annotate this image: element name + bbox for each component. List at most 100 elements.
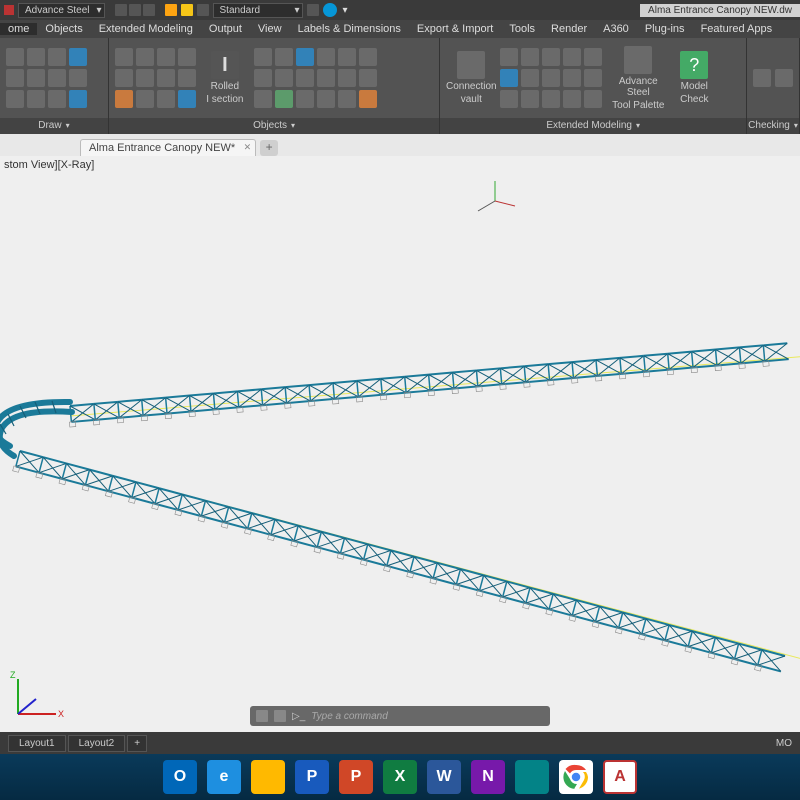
obj-tool[interactable] bbox=[115, 69, 133, 87]
tab-home[interactable]: ome bbox=[0, 23, 37, 35]
ext-tool[interactable] bbox=[521, 48, 539, 66]
qat-icon[interactable] bbox=[307, 4, 319, 16]
ext-tool[interactable] bbox=[521, 90, 539, 108]
obj-tool[interactable] bbox=[338, 90, 356, 108]
task-powerpoint[interactable]: P bbox=[339, 760, 373, 794]
obj-tool[interactable] bbox=[115, 90, 133, 108]
tab-view[interactable]: View bbox=[250, 23, 290, 35]
obj-tool[interactable] bbox=[359, 90, 377, 108]
task-chrome[interactable] bbox=[559, 760, 593, 794]
draw-tool[interactable] bbox=[6, 90, 24, 108]
obj-tool[interactable] bbox=[157, 69, 175, 87]
obj-tool[interactable] bbox=[317, 69, 335, 87]
panel-label[interactable]: Draw bbox=[0, 118, 108, 134]
ext-tool[interactable] bbox=[584, 48, 602, 66]
task-word[interactable]: W bbox=[427, 760, 461, 794]
sun-icon[interactable] bbox=[181, 4, 193, 16]
add-layout-button[interactable]: + bbox=[127, 735, 147, 752]
lock-icon[interactable] bbox=[197, 4, 209, 16]
obj-tool[interactable] bbox=[275, 90, 293, 108]
workspace-dropdown[interactable]: Advance Steel bbox=[18, 3, 105, 18]
obj-tool[interactable] bbox=[275, 69, 293, 87]
ext-tool[interactable] bbox=[542, 90, 560, 108]
tab-a360[interactable]: A360 bbox=[595, 23, 637, 35]
ext-tool[interactable] bbox=[542, 69, 560, 87]
obj-tool[interactable] bbox=[254, 90, 272, 108]
task-excel[interactable]: X bbox=[383, 760, 417, 794]
draw-tool[interactable] bbox=[27, 48, 45, 66]
obj-tool[interactable] bbox=[254, 69, 272, 87]
draw-tool[interactable] bbox=[48, 90, 66, 108]
obj-tool[interactable] bbox=[136, 90, 154, 108]
obj-tool[interactable] bbox=[275, 48, 293, 66]
obj-tool[interactable] bbox=[157, 48, 175, 66]
task-publisher[interactable]: P bbox=[295, 760, 329, 794]
ext-tool[interactable] bbox=[500, 90, 518, 108]
search-chevron[interactable]: ▾ bbox=[343, 5, 348, 16]
obj-tool[interactable] bbox=[136, 48, 154, 66]
connection-vault-button[interactable]: Connection vault bbox=[446, 51, 496, 105]
ext-tool[interactable] bbox=[563, 90, 581, 108]
task-autocad[interactable]: A bbox=[603, 760, 637, 794]
draw-tool[interactable] bbox=[27, 90, 45, 108]
tab-labels[interactable]: Labels & Dimensions bbox=[290, 23, 409, 35]
command-line[interactable]: ▷_ Type a command bbox=[250, 706, 550, 726]
panel-label[interactable]: Objects bbox=[109, 118, 439, 134]
draw-tool[interactable] bbox=[48, 69, 66, 87]
tab-export[interactable]: Export & Import bbox=[409, 23, 501, 35]
tab-output[interactable]: Output bbox=[201, 23, 250, 35]
ext-tool[interactable] bbox=[563, 69, 581, 87]
bulb-icon[interactable] bbox=[165, 4, 177, 16]
panel-label[interactable]: Extended Modeling bbox=[440, 118, 746, 134]
obj-tool[interactable] bbox=[338, 69, 356, 87]
panel-label[interactable]: Checking bbox=[747, 118, 799, 134]
tab-render[interactable]: Render bbox=[543, 23, 595, 35]
rolled-isection-button[interactable]: I Rolled I section bbox=[200, 51, 250, 105]
view-label[interactable]: stom View][X-Ray] bbox=[4, 159, 94, 171]
obj-tool[interactable] bbox=[317, 48, 335, 66]
ucs-icon[interactable]: Z X bbox=[8, 664, 68, 724]
task-outlook[interactable]: O bbox=[163, 760, 197, 794]
draw-tool[interactable] bbox=[69, 69, 87, 87]
draw-tool[interactable] bbox=[48, 48, 66, 66]
obj-tool[interactable] bbox=[317, 90, 335, 108]
task-app[interactable] bbox=[515, 760, 549, 794]
draw-tool[interactable] bbox=[6, 69, 24, 87]
tab-plugins[interactable]: Plug-ins bbox=[637, 23, 693, 35]
obj-tool[interactable] bbox=[296, 90, 314, 108]
obj-tool[interactable] bbox=[178, 90, 196, 108]
ext-tool[interactable] bbox=[584, 90, 602, 108]
task-explorer[interactable] bbox=[251, 760, 285, 794]
document-tab[interactable]: Alma Entrance Canopy NEW* ✕ bbox=[80, 139, 256, 156]
ext-tool[interactable] bbox=[542, 48, 560, 66]
autodesk-icon[interactable] bbox=[323, 3, 337, 17]
obj-tool[interactable] bbox=[338, 48, 356, 66]
qat-icon[interactable] bbox=[115, 4, 127, 16]
obj-tool[interactable] bbox=[359, 48, 377, 66]
qat-icon[interactable] bbox=[143, 4, 155, 16]
ext-tool[interactable] bbox=[521, 69, 539, 87]
obj-tool[interactable] bbox=[115, 48, 133, 66]
obj-tool[interactable] bbox=[157, 90, 175, 108]
task-ie[interactable]: e bbox=[207, 760, 241, 794]
tab-tools[interactable]: Tools bbox=[501, 23, 543, 35]
obj-tool[interactable] bbox=[359, 69, 377, 87]
style-dropdown[interactable]: Standard bbox=[213, 3, 303, 18]
layout-tab[interactable]: Layout1 bbox=[8, 735, 66, 752]
obj-tool[interactable] bbox=[296, 69, 314, 87]
ext-tool[interactable] bbox=[563, 48, 581, 66]
model-check-button[interactable]: ? Model Check bbox=[674, 51, 714, 105]
draw-tool[interactable] bbox=[69, 90, 87, 108]
ext-tool[interactable] bbox=[500, 69, 518, 87]
qat-icon[interactable] bbox=[129, 4, 141, 16]
new-tab-button[interactable]: + bbox=[260, 140, 278, 156]
tab-extended-modeling[interactable]: Extended Modeling bbox=[91, 23, 201, 35]
draw-tool[interactable] bbox=[6, 48, 24, 66]
tab-featured[interactable]: Featured Apps bbox=[693, 23, 781, 35]
chk-tool[interactable] bbox=[753, 69, 771, 87]
chk-tool[interactable] bbox=[775, 69, 793, 87]
ext-tool[interactable] bbox=[500, 48, 518, 66]
ext-tool[interactable] bbox=[584, 69, 602, 87]
tool-palette-button[interactable]: Advance Steel Tool Palette bbox=[606, 46, 670, 111]
close-icon[interactable]: ✕ bbox=[244, 142, 252, 153]
